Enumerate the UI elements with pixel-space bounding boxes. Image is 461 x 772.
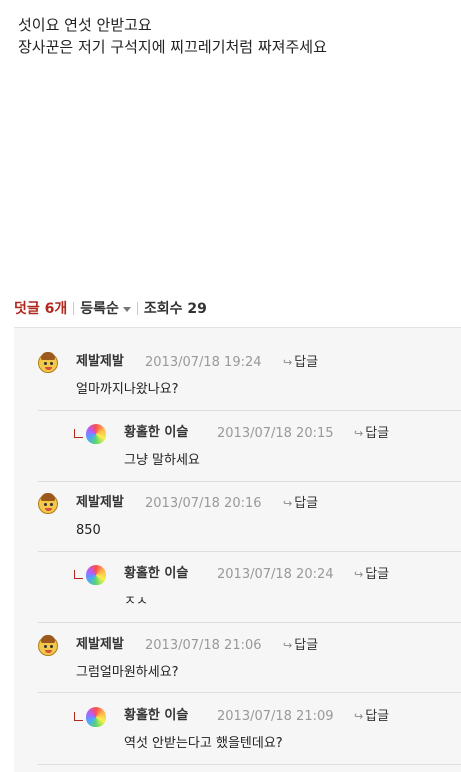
comment-date: 2013/07/18 19:24: [145, 355, 262, 370]
divider: [38, 692, 461, 693]
reply-label: 답글: [365, 426, 390, 441]
comment-text: ㅈㅅ: [124, 594, 148, 609]
reply-arrow-icon: ↪: [354, 568, 364, 581]
comment-text: 그럼얼마원하세요?: [76, 665, 179, 680]
comment-date: 2013/07/18 20:24: [217, 567, 334, 582]
reply-label: 답글: [365, 709, 390, 724]
comment-author[interactable]: 제발제발: [76, 494, 124, 512]
reply-arrow-icon: ↪: [283, 356, 293, 369]
comment-date: 2013/07/18 21:09: [217, 709, 334, 724]
chevron-down-icon: [122, 306, 131, 312]
divider: [136, 301, 138, 315]
comment-date: 2013/07/18 20:15: [217, 426, 334, 441]
reply-arrow-icon: ↪: [283, 639, 293, 652]
comment-count[interactable]: 덧글 6개: [14, 298, 67, 318]
comment-text: 850: [76, 523, 101, 538]
comment-list: 제발제발 2013/07/18 19:24 ↪ 답글 얼마까지나왔나요? 황홀한 …: [14, 327, 461, 772]
cartoon-face-icon: [38, 635, 58, 656]
reply-button[interactable]: ↪ 답글: [354, 425, 389, 443]
rainbow-heart-icon: [86, 565, 106, 585]
reply-label: 답글: [294, 496, 319, 511]
comment-author[interactable]: 황홀한 이슬: [124, 707, 188, 725]
reply-indent-icon: [74, 570, 83, 579]
sort-label: 등록순: [80, 301, 119, 317]
reply-button[interactable]: ↪ 답글: [283, 354, 318, 372]
rainbow-heart-icon: [86, 424, 106, 444]
comment-text: 그냥 말하세요: [124, 453, 200, 468]
divider: [38, 481, 461, 482]
divider: [38, 551, 461, 552]
comment-bar: 덧글 6개 등록순 조회수 29: [14, 298, 207, 318]
view-count: 조회수 29: [143, 301, 207, 317]
sort-dropdown[interactable]: 등록순: [80, 298, 131, 318]
post-line-2: 장사꾼은 저기 구석지에 찌끄레기처럼 짜져주세요: [18, 38, 327, 56]
post-line-1: 섯이요 연섯 안받고요: [18, 16, 152, 34]
comment-date: 2013/07/18 20:16: [145, 496, 262, 511]
reply-arrow-icon: ↪: [354, 427, 364, 440]
comment-date: 2013/07/18 21:06: [145, 638, 262, 653]
comment-author[interactable]: 황홀한 이슬: [124, 424, 188, 442]
reply-button[interactable]: ↪ 답글: [283, 495, 318, 513]
rainbow-heart-icon: [86, 707, 106, 727]
divider: [73, 301, 75, 315]
post-body: 섯이요 연섯 안받고요 장사꾼은 저기 구석지에 찌끄레기처럼 짜져주세요: [18, 14, 327, 58]
comment-text: 역섯 안받는다고 했을텐데요?: [124, 736, 283, 751]
cartoon-face-icon: [38, 352, 58, 373]
divider: [38, 410, 461, 411]
reply-button[interactable]: ↪ 답글: [283, 637, 318, 655]
reply-label: 답글: [365, 567, 390, 582]
comment-author[interactable]: 제발제발: [76, 636, 124, 654]
comment-author[interactable]: 황홀한 이슬: [124, 565, 188, 583]
reply-button[interactable]: ↪ 답글: [354, 708, 389, 726]
reply-arrow-icon: ↪: [283, 497, 293, 510]
divider: [38, 622, 461, 623]
cartoon-face-icon: [38, 493, 58, 514]
comment-author[interactable]: 제발제발: [76, 353, 124, 371]
reply-label: 답글: [294, 638, 319, 653]
reply-label: 답글: [294, 355, 319, 370]
comment-text: 얼마까지나왔나요?: [76, 382, 179, 397]
divider: [38, 764, 461, 765]
reply-indent-icon: [74, 429, 83, 438]
reply-button[interactable]: ↪ 답글: [354, 566, 389, 584]
reply-arrow-icon: ↪: [354, 710, 364, 723]
reply-indent-icon: [74, 712, 83, 721]
